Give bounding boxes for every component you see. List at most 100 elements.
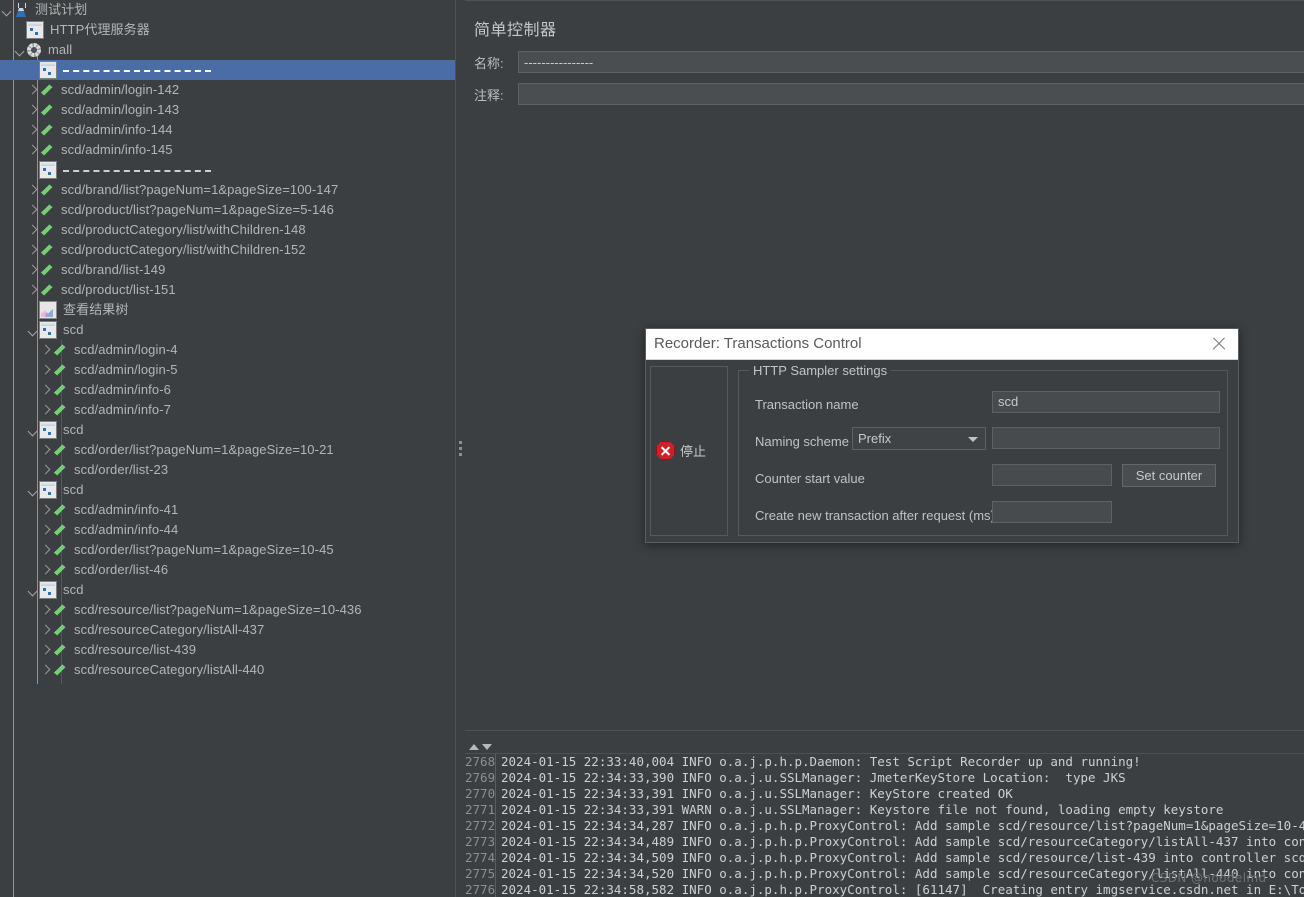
tree-node-26[interactable]: scd/admin/info-44: [0, 520, 455, 540]
tree-node-18[interactable]: scd/admin/login-5: [0, 360, 455, 380]
tree-node-22[interactable]: scd/order/list?pageNum=1&pageSize=10-21: [0, 440, 455, 460]
tree-node-2[interactable]: mall: [0, 40, 455, 60]
tree-node-0[interactable]: 测试计划: [0, 0, 455, 20]
page-title: 简单控制器: [474, 22, 557, 39]
tree-node-32[interactable]: scd/resource/list-439: [0, 640, 455, 660]
chevron-right-icon[interactable]: [26, 200, 39, 220]
tree-node-label: scd/brand/list-149: [61, 262, 166, 277]
tree-node-6[interactable]: scd/admin/info-144: [0, 120, 455, 140]
controller-icon: [39, 321, 57, 339]
tree-node-7[interactable]: scd/admin/info-145: [0, 140, 455, 160]
chevron-right-icon[interactable]: [39, 600, 52, 620]
log-line: 2769 2024-01-15 22:34:33,390 INFO o.a.j.u…: [465, 770, 1304, 786]
chevron-right-icon[interactable]: [39, 380, 52, 400]
sampler-icon: [52, 602, 68, 618]
tree-node-1[interactable]: HTTP代理服务器: [0, 20, 455, 40]
tree-node-21[interactable]: scd: [0, 420, 455, 440]
chevron-right-icon[interactable]: [39, 620, 52, 640]
controller-icon: [39, 481, 57, 499]
tree-node-25[interactable]: scd/admin/info-41: [0, 500, 455, 520]
log-line-number: 2768: [465, 754, 496, 770]
tree-node-13[interactable]: scd/brand/list-149: [0, 260, 455, 280]
chevron-right-icon[interactable]: [26, 120, 39, 140]
chevron-right-icon[interactable]: [39, 660, 52, 680]
dialog-title: Recorder: Transactions Control: [654, 335, 862, 352]
chevron-right-icon[interactable]: [39, 360, 52, 380]
chevron-right-icon[interactable]: [26, 180, 39, 200]
chevron-right-icon[interactable]: [39, 440, 52, 460]
chevron-right-icon[interactable]: [39, 520, 52, 540]
tree-node-11[interactable]: scd/productCategory/list/withChildren-14…: [0, 220, 455, 240]
chevron-right-icon[interactable]: [26, 280, 39, 300]
chevron-right-icon[interactable]: [39, 560, 52, 580]
chevron-right-icon[interactable]: [26, 220, 39, 240]
chevron-down-icon[interactable]: [26, 480, 39, 500]
tree-node-29[interactable]: scd: [0, 580, 455, 600]
log-viewer-panel[interactable]: 2768 2024-01-15 22:33:40,004 INFO o.a.j.p…: [465, 741, 1304, 897]
chevron-down-icon[interactable]: [26, 320, 39, 340]
chevron-right-icon[interactable]: [26, 140, 39, 160]
chevron-right-icon[interactable]: [26, 260, 39, 280]
controller-icon: [39, 581, 57, 599]
triangle-down-icon[interactable]: [482, 744, 492, 750]
tree-node-31[interactable]: scd/resourceCategory/listAll-437: [0, 620, 455, 640]
naming-prefix-input[interactable]: [992, 427, 1220, 449]
log-line-number: 2769: [465, 770, 496, 786]
chevron-down-icon[interactable]: [13, 40, 26, 60]
tree-node-28[interactable]: scd/order/list-46: [0, 560, 455, 580]
group-legend: HTTP Sampler settings: [749, 363, 892, 378]
close-icon[interactable]: [1210, 335, 1228, 353]
sampler-icon: [39, 242, 55, 258]
naming-scheme-select[interactable]: Prefix: [852, 427, 986, 450]
controller-icon: [39, 61, 57, 79]
chevron-down-icon[interactable]: [26, 580, 39, 600]
tree-node-8[interactable]: [0, 160, 455, 180]
naming-scheme-label: Naming scheme: [755, 434, 849, 449]
tree-node-27[interactable]: scd/order/list?pageNum=1&pageSize=10-45: [0, 540, 455, 560]
tree-node-label: scd/admin/info-7: [74, 402, 171, 417]
stop-button[interactable]: 停止: [656, 441, 706, 460]
tree-node-33[interactable]: scd/resourceCategory/listAll-440: [0, 660, 455, 680]
tree-node-20[interactable]: scd/admin/info-7: [0, 400, 455, 420]
chevron-down-icon[interactable]: [26, 420, 39, 440]
log-line-number: 2776: [465, 882, 496, 897]
tree-node-4[interactable]: scd/admin/login-142: [0, 80, 455, 100]
chevron-right-icon[interactable]: [39, 400, 52, 420]
chevron-right-icon[interactable]: [26, 100, 39, 120]
tree-node-3[interactable]: [0, 60, 455, 80]
test-plan-tree[interactable]: 测试计划 HTTP代理服务器 mall scd/admin/login-142 scd/…: [0, 0, 455, 897]
sampler-icon: [39, 182, 55, 198]
tree-node-24[interactable]: scd: [0, 480, 455, 500]
sampler-icon: [52, 522, 68, 538]
tree-node-14[interactable]: scd/product/list-151: [0, 280, 455, 300]
name-input[interactable]: ----------------: [518, 51, 1304, 73]
tree-node-16[interactable]: scd: [0, 320, 455, 340]
tree-node-label: scd: [63, 582, 84, 597]
counter-start-input[interactable]: [992, 464, 1112, 486]
recorder-transactions-control-dialog[interactable]: Recorder: Transactions Control 停止 HTTP S…: [645, 328, 1239, 543]
tree-node-19[interactable]: scd/admin/info-6: [0, 380, 455, 400]
chevron-right-icon[interactable]: [26, 240, 39, 260]
comment-label: 注释:: [474, 87, 504, 103]
create-new-transaction-input[interactable]: [992, 501, 1112, 523]
chevron-right-icon[interactable]: [39, 640, 52, 660]
chevron-right-icon[interactable]: [39, 500, 52, 520]
tree-node-23[interactable]: scd/order/list-23: [0, 460, 455, 480]
tree-node-15[interactable]: 查看结果树: [0, 300, 455, 320]
set-counter-button[interactable]: Set counter: [1122, 464, 1216, 487]
tree-node-5[interactable]: scd/admin/login-143: [0, 100, 455, 120]
tree-node-9[interactable]: scd/brand/list?pageNum=1&pageSize=100-14…: [0, 180, 455, 200]
chevron-right-icon[interactable]: [39, 340, 52, 360]
tree-node-10[interactable]: scd/product/list?pageNum=1&pageSize=5-14…: [0, 200, 455, 220]
tree-node-30[interactable]: scd/resource/list?pageNum=1&pageSize=10-…: [0, 600, 455, 620]
chevron-down-icon[interactable]: [0, 0, 13, 20]
chevron-right-icon[interactable]: [39, 460, 52, 480]
comment-input[interactable]: [518, 83, 1304, 105]
triangle-up-icon[interactable]: [469, 744, 479, 750]
chevron-right-icon[interactable]: [39, 540, 52, 560]
tree-node-17[interactable]: scd/admin/login-4: [0, 340, 455, 360]
tree-node-12[interactable]: scd/productCategory/list/withChildren-15…: [0, 240, 455, 260]
transaction-name-input[interactable]: scd: [992, 391, 1220, 413]
chevron-right-icon[interactable]: [26, 80, 39, 100]
dialog-titlebar[interactable]: Recorder: Transactions Control: [646, 329, 1238, 360]
